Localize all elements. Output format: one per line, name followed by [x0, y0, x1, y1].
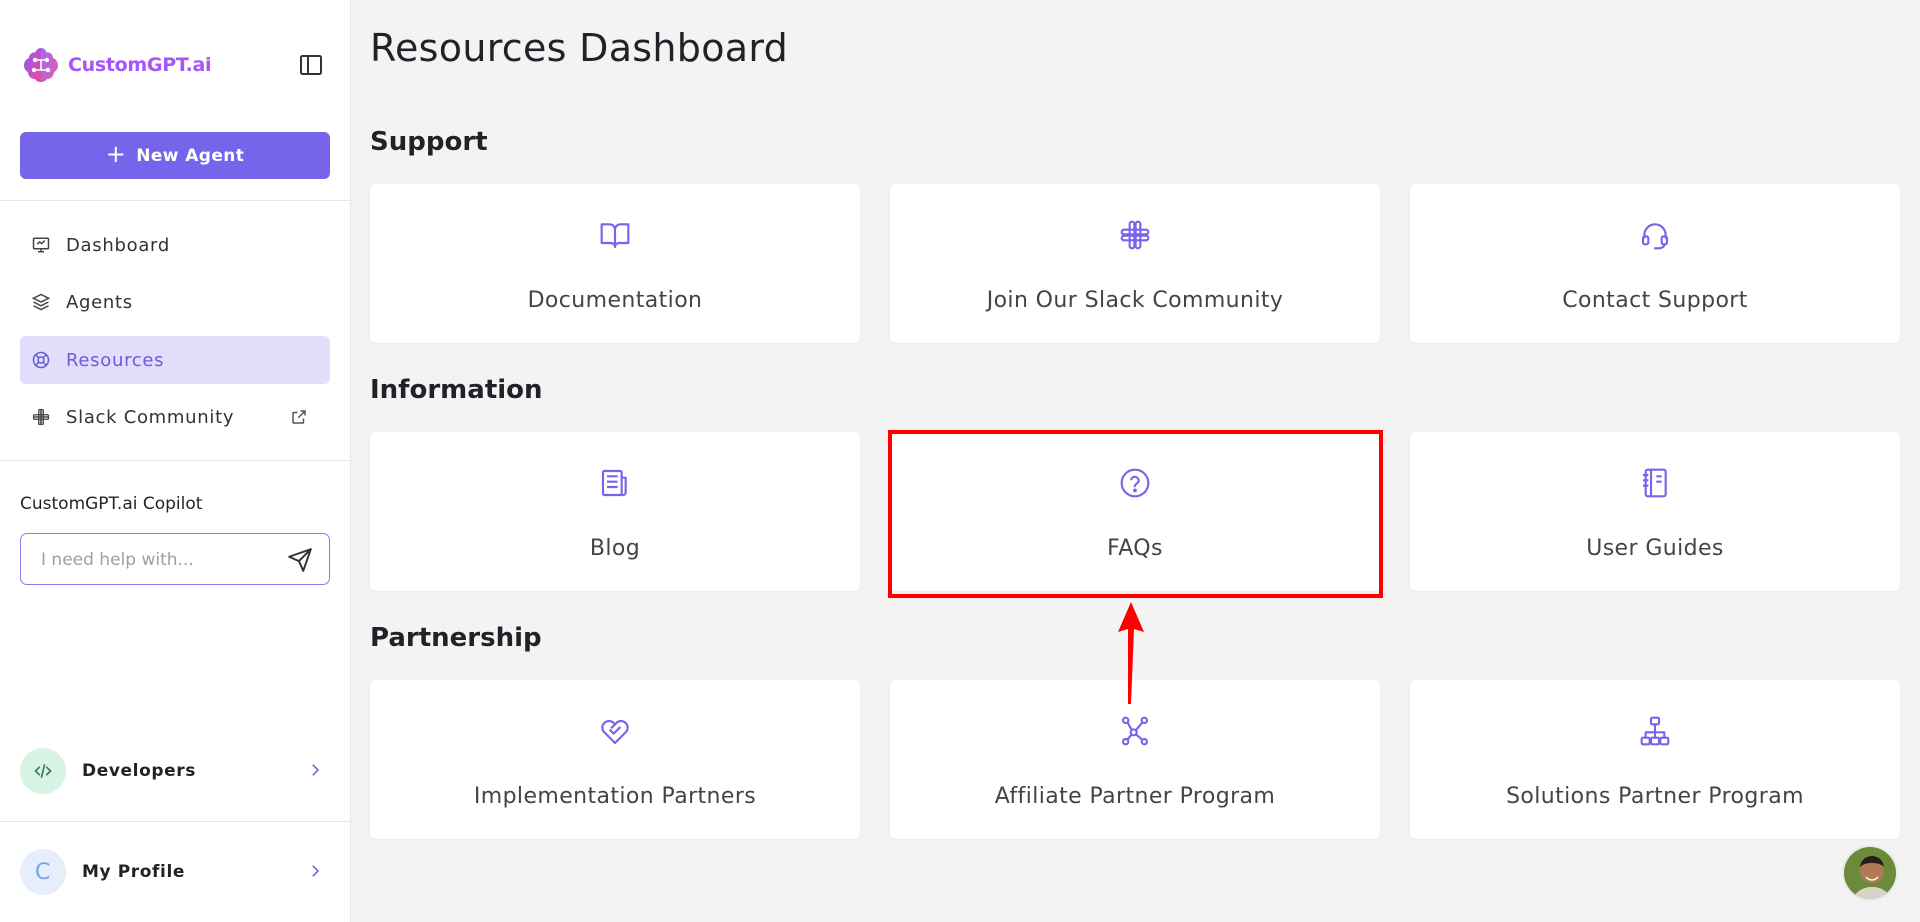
code-icon	[20, 748, 66, 794]
sidebar-divider	[0, 200, 351, 201]
sidebar-item-label: Resources	[66, 349, 165, 371]
section-title-information: Information	[370, 375, 543, 405]
sidebar-item-dashboard[interactable]: Dashboard	[20, 221, 330, 269]
book-open-icon	[600, 223, 630, 249]
plus-icon: +	[105, 140, 127, 168]
card-label: FAQs	[1107, 536, 1163, 561]
card-label: Documentation	[527, 288, 703, 313]
new-agent-label: New Agent	[136, 145, 245, 166]
developers-label: Developers	[82, 761, 196, 781]
developers-item[interactable]: Developers	[20, 746, 330, 796]
card-faqs[interactable]: FAQs	[890, 432, 1380, 591]
chevron-right-icon	[312, 865, 320, 877]
card-affiliate-partner-program[interactable]: Affiliate Partner Program	[890, 680, 1380, 839]
newspaper-icon	[601, 469, 627, 497]
sidebar-divider	[0, 460, 351, 461]
sidebar-toggle-button[interactable]	[296, 50, 326, 80]
sidebar-item-agents[interactable]: Agents	[20, 278, 330, 326]
sidebar: CustomGPT.ai + New Agent Dashboard Agent…	[0, 0, 351, 922]
lifebuoy-icon	[32, 351, 50, 369]
card-label: User Guides	[1586, 536, 1724, 561]
brand[interactable]: CustomGPT.ai	[20, 44, 212, 86]
question-circle-icon	[1120, 468, 1150, 498]
sidebar-item-label: Agents	[66, 291, 133, 313]
card-blog[interactable]: Blog	[370, 432, 860, 591]
share-nodes-icon	[1121, 716, 1149, 746]
sidebar-item-label: Dashboard	[66, 234, 170, 256]
chevron-right-icon	[312, 764, 320, 776]
card-documentation[interactable]: Documentation	[370, 184, 860, 343]
send-icon[interactable]	[287, 547, 313, 573]
sidebar-item-label: Slack Community	[66, 406, 235, 428]
card-implementation-partners[interactable]: Implementation Partners	[370, 680, 860, 839]
card-label: Blog	[589, 536, 641, 561]
card-slack-community[interactable]: Join Our Slack Community	[890, 184, 1380, 343]
my-profile-label: My Profile	[82, 862, 186, 882]
sidebar-item-slack-community[interactable]: Slack Community	[20, 393, 330, 441]
layers-icon	[32, 293, 50, 311]
card-label: Affiliate Partner Program	[994, 784, 1276, 809]
person-avatar-icon	[1844, 847, 1896, 899]
support-chat-avatar[interactable]	[1842, 845, 1898, 901]
copilot-input[interactable]	[41, 547, 271, 573]
brain-logo-icon	[24, 48, 58, 82]
slack-icon	[32, 408, 50, 426]
sidebar-panel-icon	[300, 55, 322, 75]
card-user-guides[interactable]: User Guides	[1410, 432, 1900, 591]
slack-icon	[1120, 220, 1150, 250]
headset-icon	[1641, 223, 1669, 250]
card-label: Join Our Slack Community	[986, 288, 1284, 313]
external-link-icon	[290, 408, 308, 426]
card-label: Contact Support	[1562, 288, 1748, 313]
avatar: C	[20, 849, 66, 895]
handshake-heart-icon	[601, 719, 629, 745]
new-agent-button[interactable]: + New Agent	[20, 132, 330, 179]
monitor-icon	[32, 237, 50, 253]
notebook-icon	[1643, 468, 1667, 498]
copilot-title: CustomGPT.ai Copilot	[20, 494, 203, 514]
hierarchy-icon	[1640, 716, 1670, 746]
page-title: Resources Dashboard	[370, 26, 789, 70]
copilot-input-box	[20, 533, 330, 585]
card-label: Solutions Partner Program	[1506, 784, 1804, 809]
sidebar-item-resources[interactable]: Resources	[20, 336, 330, 384]
section-title-partnership: Partnership	[370, 623, 542, 653]
section-title-support: Support	[370, 127, 488, 157]
brand-name: CustomGPT.ai	[68, 54, 212, 76]
card-solutions-partner-program[interactable]: Solutions Partner Program	[1410, 680, 1900, 839]
sidebar-divider	[0, 821, 351, 822]
card-contact-support[interactable]: Contact Support	[1410, 184, 1900, 343]
my-profile-item[interactable]: C My Profile	[20, 847, 330, 897]
card-label: Implementation Partners	[473, 784, 757, 809]
